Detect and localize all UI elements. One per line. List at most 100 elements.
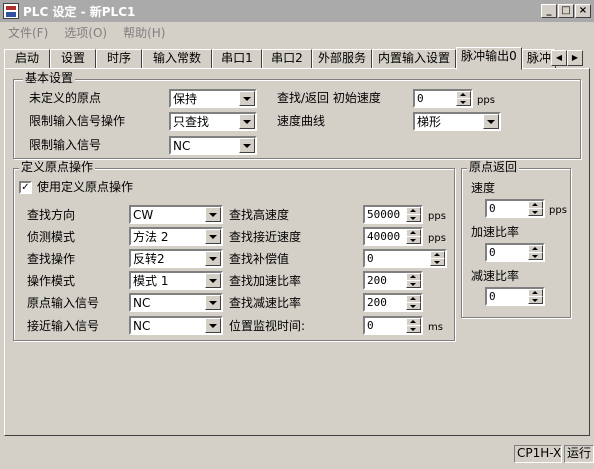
search-accel-ratio-value: 200: [367, 274, 387, 287]
spin-down-icon[interactable]: [528, 252, 543, 260]
tab-external-service[interactable]: 外部服务: [312, 49, 372, 69]
search-high-speed-value: 50000: [367, 208, 401, 221]
search-approach-speed-spinner[interactable]: 40000: [363, 227, 423, 246]
chevron-down-icon[interactable]: [205, 295, 221, 310]
use-define-origin-checkbox[interactable]: ✓: [19, 181, 32, 194]
undefined-origin-value: 保持: [173, 92, 198, 106]
search-operation-label: 查找操作: [27, 252, 76, 266]
speed-curve-value: 梯形: [417, 115, 442, 129]
close-button[interactable]: ×: [575, 4, 591, 18]
undefined-origin-label: 未定义的原点: [29, 91, 102, 105]
origin-input-signal-value: NC: [133, 296, 151, 310]
search-compensation-spinner[interactable]: 0: [363, 249, 447, 268]
limit-signal-label: 限制输入信号: [29, 138, 102, 152]
spin-down-icon[interactable]: [430, 258, 445, 266]
limit-op-combo[interactable]: 只查找: [169, 112, 257, 131]
status-bar: CP1H-X 运行: [0, 443, 594, 469]
undefined-origin-combo[interactable]: 保持: [169, 89, 257, 108]
menu-file[interactable]: 文件(F): [8, 24, 48, 41]
tab-scroll-right-icon[interactable]: ▶: [567, 50, 583, 66]
return-speed-spinner[interactable]: 0: [485, 199, 545, 218]
return-accel-ratio-label: 加速比率: [471, 225, 520, 239]
plc-app-icon[interactable]: [3, 3, 19, 19]
search-return-speed-label: 查找/返回 初始速度: [277, 91, 381, 105]
search-decel-ratio-value: 200: [367, 296, 387, 309]
return-speed-value: 0: [489, 202, 496, 215]
origin-input-signal-label: 原点输入信号: [27, 296, 100, 310]
maximize-button[interactable]: □: [558, 4, 574, 18]
title-bar: PLC 设定 - 新PLC1 _ □ ×: [0, 0, 594, 22]
limit-signal-combo[interactable]: NC: [169, 136, 257, 155]
chevron-down-icon[interactable]: [239, 91, 255, 106]
chevron-down-icon[interactable]: [205, 251, 221, 266]
search-operation-combo[interactable]: 反转2: [129, 249, 223, 268]
search-accel-ratio-label: 查找加速比率: [229, 274, 302, 288]
position-monitor-time-spinner[interactable]: 0: [363, 316, 423, 335]
plc-model-status: CP1H-X: [514, 445, 562, 463]
proximity-input-signal-combo[interactable]: NC: [129, 316, 223, 335]
return-decel-ratio-label: 减速比率: [471, 269, 520, 283]
chevron-down-icon[interactable]: [205, 207, 221, 222]
operation-mode-label: 操作模式: [27, 274, 76, 288]
search-return-speed-unit: pps: [477, 95, 495, 106]
search-high-speed-label: 查找高速度: [229, 208, 290, 222]
detect-mode-value: 方法 2: [133, 230, 169, 244]
spin-down-icon[interactable]: [406, 280, 421, 288]
search-decel-ratio-label: 查找减速比率: [229, 296, 302, 310]
detect-mode-combo[interactable]: 方法 2: [129, 227, 223, 246]
menu-options[interactable]: 选项(O): [64, 24, 107, 41]
origin-return-legend: 原点返回: [467, 160, 520, 174]
position-monitor-time-label: 位置监视时间:: [229, 319, 306, 333]
tab-scroll-left-icon[interactable]: ◀: [551, 50, 567, 66]
limit-op-value: 只查找: [173, 115, 210, 129]
tab-serial-port-1[interactable]: 串口1: [212, 49, 262, 69]
tab-settings[interactable]: 设置: [50, 49, 96, 69]
limit-signal-value: NC: [173, 139, 191, 153]
chevron-down-icon[interactable]: [483, 114, 499, 129]
minimize-button[interactable]: _: [541, 4, 557, 18]
return-accel-ratio-value: 0: [489, 246, 496, 259]
search-direction-value: CW: [133, 208, 154, 222]
tab-timing[interactable]: 时序: [96, 49, 142, 69]
tab-serial-port-2[interactable]: 串口2: [262, 49, 312, 69]
chevron-down-icon[interactable]: [205, 229, 221, 244]
proximity-input-signal-value: NC: [133, 319, 151, 333]
menu-help[interactable]: 帮助(H): [123, 24, 165, 41]
spin-down-icon[interactable]: [406, 302, 421, 310]
position-monitor-time-unit: ms: [428, 322, 443, 333]
search-decel-ratio-spinner[interactable]: 200: [363, 293, 423, 312]
spin-down-icon[interactable]: [406, 214, 421, 222]
search-return-speed-spinner[interactable]: 0: [413, 89, 473, 108]
chevron-down-icon[interactable]: [205, 318, 221, 333]
search-return-speed-value: 0: [417, 92, 424, 105]
chevron-down-icon[interactable]: [239, 138, 255, 153]
search-accel-ratio-spinner[interactable]: 200: [363, 271, 423, 290]
chevron-down-icon[interactable]: [239, 114, 255, 129]
search-operation-value: 反转2: [133, 252, 165, 266]
spin-down-icon[interactable]: [406, 325, 421, 333]
operation-mode-combo[interactable]: 模式 1: [129, 271, 223, 290]
tab-pulse-output-0[interactable]: 脉冲输出0: [456, 47, 522, 70]
tab-input-constants[interactable]: 输入常数: [142, 49, 212, 69]
origin-input-signal-combo[interactable]: NC: [129, 293, 223, 312]
window-title: PLC 设定 - 新PLC1: [23, 4, 136, 19]
tab-strip: 启动 设置 时序 输入常数 串口1 串口2 外部服务 内置输入设置 脉冲输出0 …: [0, 47, 594, 70]
tab-builtin-input[interactable]: 内置输入设置: [372, 49, 456, 69]
search-direction-combo[interactable]: CW: [129, 205, 223, 224]
tab-startup[interactable]: 启动: [4, 49, 50, 69]
search-approach-speed-value: 40000: [367, 230, 401, 243]
spin-down-icon[interactable]: [528, 208, 543, 216]
spin-down-icon[interactable]: [406, 236, 421, 244]
search-high-speed-spinner[interactable]: 50000: [363, 205, 423, 224]
return-decel-ratio-value: 0: [489, 290, 496, 303]
speed-curve-combo[interactable]: 梯形: [413, 112, 501, 131]
spin-down-icon[interactable]: [528, 296, 543, 304]
define-origin-legend: 定义原点操作: [19, 160, 96, 174]
return-decel-ratio-spinner[interactable]: 0: [485, 287, 545, 306]
search-approach-speed-label: 查找接近速度: [229, 230, 302, 244]
return-accel-ratio-spinner[interactable]: 0: [485, 243, 545, 262]
speed-curve-label: 速度曲线: [277, 114, 326, 128]
spin-down-icon[interactable]: [456, 98, 471, 106]
chevron-down-icon[interactable]: [205, 273, 221, 288]
search-approach-speed-unit: pps: [428, 233, 446, 244]
